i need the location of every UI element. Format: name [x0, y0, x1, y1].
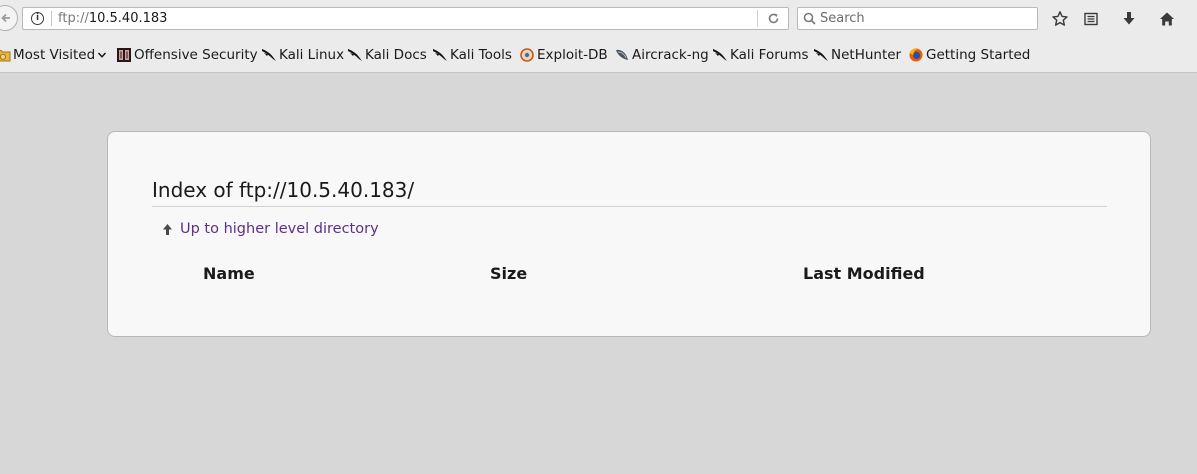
bookmark-kali-tools[interactable]: Kali Tools — [432, 45, 512, 65]
offsec-icon — [117, 48, 131, 62]
kali-dragon-icon — [433, 49, 447, 61]
navigation-toolbar: i ftp://10.5.40.183 — [0, 0, 1197, 38]
bookmark-label: Kali Linux — [279, 47, 345, 63]
kali-dragon-icon — [262, 49, 276, 61]
home-icon — [1160, 12, 1174, 26]
search-input[interactable] — [820, 9, 1032, 28]
library-button[interactable] — [1081, 9, 1101, 29]
bookmark-offensive-security[interactable]: Offensive Security — [116, 45, 258, 65]
reload-button[interactable] — [763, 10, 783, 27]
arrow-up-icon — [163, 223, 172, 235]
bookmark-label: Most Visited — [13, 47, 96, 63]
parent-directory-label: Up to higher level directory — [180, 221, 379, 237]
bookmark-label: Offensive Security — [134, 47, 258, 63]
bookmark-kali-linux[interactable]: Kali Linux — [261, 45, 344, 65]
url-scheme: ftp:// — [58, 11, 89, 26]
url-separator — [51, 11, 52, 26]
chevron-down-icon — [98, 52, 107, 58]
aircrack-icon — [616, 49, 628, 60]
column-header-last-modified[interactable]: Last Modified — [803, 264, 925, 283]
url-host: 10.5.40.183 — [88, 11, 168, 26]
back-button[interactable] — [0, 5, 18, 31]
bookmark-aircrack-ng[interactable]: Aircrack-ng — [614, 45, 709, 65]
title-divider — [152, 206, 1107, 207]
download-arrow-icon — [1123, 12, 1135, 25]
info-icon[interactable]: i — [31, 12, 44, 25]
bookmark-most-visited[interactable]: Most Visited — [0, 45, 107, 65]
arrow-left-icon — [1, 13, 10, 23]
column-header-size[interactable]: Size — [490, 264, 527, 283]
search-icon — [803, 12, 816, 25]
bookmark-label: Kali Docs — [365, 47, 427, 63]
kali-dragon-icon — [713, 49, 727, 61]
bookmark-label: Kali Forums — [730, 47, 809, 63]
reload-icon — [768, 13, 778, 24]
url-text[interactable]: ftp://10.5.40.183 — [58, 10, 167, 27]
bookmarks-toolbar: Most Visited Offensive Security Kali Lin… — [0, 38, 1197, 73]
bookmark-label: Getting Started — [926, 47, 1031, 63]
bookmark-kali-docs[interactable]: Kali Docs — [347, 45, 427, 65]
bookmark-label: Kali Tools — [450, 47, 512, 63]
bookmark-nethunter[interactable]: NetHunter — [813, 45, 901, 65]
bookmark-label: Aircrack-ng — [632, 47, 709, 63]
url-bar[interactable]: i ftp://10.5.40.183 — [22, 7, 789, 30]
parent-directory-link[interactable]: Up to higher level directory — [162, 221, 379, 237]
home-button[interactable] — [1157, 9, 1177, 29]
bookmark-getting-started[interactable]: Getting Started — [908, 45, 1030, 65]
bookmark-star-button[interactable] — [1050, 9, 1070, 29]
bookmark-kali-forums[interactable]: Kali Forums — [712, 45, 809, 65]
search-bar[interactable] — [797, 7, 1038, 30]
page-title: Index of ftp://10.5.40.183/ — [152, 178, 415, 202]
firefox-icon — [909, 48, 923, 62]
bookmark-label: Exploit-DB — [537, 47, 608, 63]
star-icon — [1052, 11, 1068, 26]
reload-separator — [757, 10, 758, 27]
downloads-button[interactable] — [1119, 9, 1139, 29]
reading-list-icon — [1084, 12, 1098, 26]
kali-dragon-icon — [814, 49, 828, 61]
column-header-name[interactable]: Name — [203, 264, 255, 283]
folder-icon — [0, 50, 11, 62]
exploit-db-icon — [520, 48, 534, 62]
directory-listing-card: Index of ftp://10.5.40.183/ Up to higher… — [107, 131, 1151, 337]
kali-dragon-icon — [348, 49, 362, 61]
bookmark-exploit-db[interactable]: Exploit-DB — [519, 45, 608, 65]
bookmark-label: NetHunter — [831, 47, 902, 63]
